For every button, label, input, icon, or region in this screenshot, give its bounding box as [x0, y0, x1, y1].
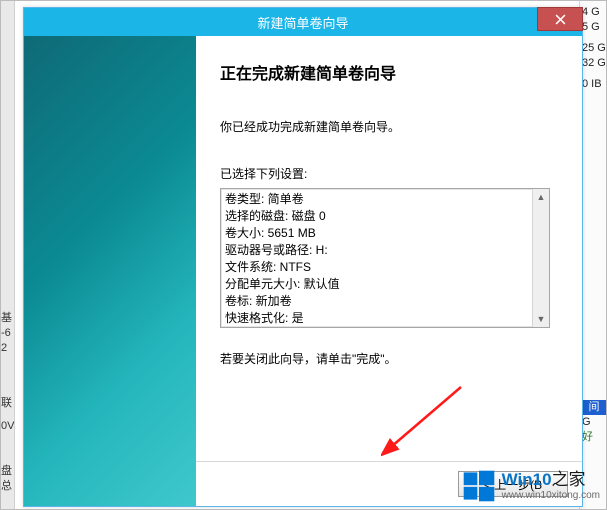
watermark-url: www.win10xitong.com [502, 490, 600, 501]
success-message: 你已经成功完成新建简单卷向导。 [220, 118, 562, 135]
list-item: 卷大小: 5651 MB [225, 225, 545, 242]
list-item: 分配单元大小: 默认值 [225, 276, 545, 293]
wizard-content: 正在完成新建简单卷向导 你已经成功完成新建简单卷向导。 已选择下列设置: 卷类型… [196, 36, 582, 506]
scroll-track[interactable] [533, 205, 549, 311]
list-item: 卷类型: 简单卷 [225, 191, 545, 208]
scroll-up-icon[interactable]: ▲ [533, 189, 549, 205]
background-right-strip: 4 G 5 G 25 G 32 G 0 IB 间 G 好 [579, 1, 606, 509]
settings-label: 已选择下列设置: [220, 165, 562, 182]
page-heading: 正在完成新建简单卷向导 [220, 60, 562, 84]
titlebar[interactable]: 新建简单卷向导 [24, 8, 582, 36]
list-item: 驱动器号或路径: H: [225, 242, 545, 259]
settings-listbox[interactable]: 卷类型: 简单卷 选择的磁盘: 磁盘 0 卷大小: 5651 MB 驱动器号或路… [220, 188, 550, 328]
close-hint: 若要关闭此向导，请单击"完成"。 [220, 350, 562, 367]
windows-logo-icon [462, 469, 496, 503]
window-title: 新建简单卷向导 [257, 13, 348, 32]
background-left-text: 基 -6 2 联 0V 盘 总 [1, 311, 14, 494]
scrollbar[interactable]: ▲ ▼ [532, 189, 549, 327]
column-header: 间 [580, 400, 606, 415]
list-item: 卷标: 新加卷 [225, 293, 545, 310]
scroll-down-icon[interactable]: ▼ [533, 311, 549, 327]
watermark: Win10之家 www.win10xitong.com [462, 469, 600, 503]
wizard-side-panel [24, 36, 196, 506]
wizard-dialog: 新建简单卷向导 正在完成新建简单卷向导 你已经成功完成新建简单卷向导。 已选择下… [23, 7, 583, 507]
list-item: 文件系统: NTFS [225, 259, 545, 276]
list-item: 选择的磁盘: 磁盘 0 [225, 208, 545, 225]
close-button[interactable] [537, 7, 583, 31]
close-icon [555, 14, 566, 25]
watermark-brand: Win10之家 [502, 471, 600, 490]
list-item: 快速格式化: 是 [225, 310, 545, 327]
